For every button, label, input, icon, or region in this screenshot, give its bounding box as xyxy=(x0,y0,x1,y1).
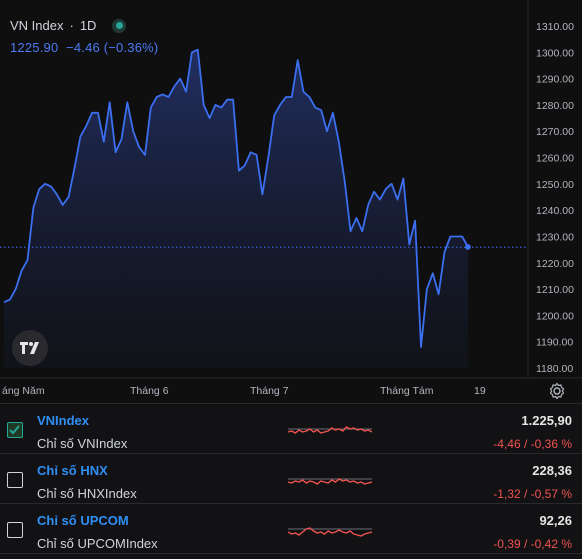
x-tick-label: Tháng Tám xyxy=(380,385,434,397)
sparkline-path xyxy=(288,426,372,434)
y-tick-label: 1210.00 xyxy=(536,284,574,296)
symbol-row-hnx[interactable]: Chỉ số HNX Chỉ số HNXIndex 228,36 -1,32 … xyxy=(0,454,582,504)
symbol-value: 228,36 xyxy=(532,463,572,478)
price-chart[interactable]: 1310.00 1300.00 1290.00 1280.00 1270.00 1260.… xyxy=(0,0,582,403)
symbol-value: 92,26 xyxy=(539,513,572,528)
y-tick-label: 1250.00 xyxy=(536,179,574,191)
price-change: −4.46 (−0.36%) xyxy=(66,40,159,55)
price-readout: 1225.90 −4.46 (−0.36%) xyxy=(10,40,158,55)
y-tick-label: 1230.00 xyxy=(536,231,574,243)
symbol-value: 1.225,90 xyxy=(521,413,572,428)
last-price: 1225.90 xyxy=(10,40,59,55)
symbol-list: VNIndex Chỉ số VNIndex 1.225,90 -4,46 / … xyxy=(0,403,582,559)
symbol-name[interactable]: VNIndex xyxy=(37,413,89,428)
sparkline xyxy=(288,478,372,485)
tradingview-logo-icon[interactable] xyxy=(12,330,48,366)
y-tick-label: 1270.00 xyxy=(536,126,574,138)
symbol-name: VN Index xyxy=(10,18,64,33)
symbol-description: Chỉ số VNIndex xyxy=(37,436,128,451)
symbol-change: -0,39 / -0,42 % xyxy=(493,537,572,551)
y-tick-label: 1240.00 xyxy=(536,205,574,217)
symbol-change: -4,46 / -0,36 % xyxy=(493,437,572,451)
y-tick-label: 1290.00 xyxy=(536,74,574,86)
symbol-row-vnindex[interactable]: VNIndex Chỉ số VNIndex 1.225,90 -4,46 / … xyxy=(0,404,582,454)
x-tick-label: Tháng 7 xyxy=(250,385,289,397)
symbol-description: Chỉ số HNXIndex xyxy=(37,486,137,501)
y-tick-label: 1300.00 xyxy=(536,47,574,59)
sparkline-path xyxy=(288,478,372,485)
x-tick-label: áng Năm xyxy=(2,385,45,397)
sparkline xyxy=(288,426,372,434)
y-tick-label: 1180.00 xyxy=(536,363,573,375)
x-tick-label: 19 xyxy=(474,385,486,397)
y-tick-label: 1220.00 xyxy=(536,258,574,270)
market-status-icon xyxy=(112,18,127,33)
checkbox-hnx[interactable] xyxy=(7,472,23,488)
check-icon xyxy=(9,425,20,435)
x-tick-label: Tháng 6 xyxy=(130,385,169,397)
sparkline xyxy=(288,527,372,537)
symbol-name[interactable]: Chỉ số HNX xyxy=(37,463,108,478)
checkbox-vnindex[interactable] xyxy=(7,422,23,438)
symbol-change: -1,32 / -0,57 % xyxy=(493,487,572,501)
price-area xyxy=(4,49,468,368)
chart-area[interactable]: 1310.00 1300.00 1290.00 1280.00 1270.00 1260.… xyxy=(0,0,582,403)
y-tick-label: 1190.00 xyxy=(536,337,573,349)
gear-icon[interactable] xyxy=(548,382,566,400)
y-tick-label: 1260.00 xyxy=(536,153,574,165)
y-tick-label: 1200.00 xyxy=(536,310,574,322)
interval-label[interactable]: 1D xyxy=(80,18,97,33)
symbol-row-upcom[interactable]: Chỉ số UPCOM Chỉ số UPCOMIndex 92,26 -0,… xyxy=(0,504,582,554)
symbol-description: Chỉ số UPCOMIndex xyxy=(37,536,158,551)
symbol-name[interactable]: Chỉ số UPCOM xyxy=(37,513,129,528)
header-separator: · xyxy=(69,18,74,33)
checkbox-upcom[interactable] xyxy=(7,522,23,538)
last-price-dot xyxy=(465,244,471,250)
chart-header: VN Index · 1D xyxy=(10,18,127,33)
y-tick-label: 1280.00 xyxy=(536,100,574,112)
y-tick-label: 1310.00 xyxy=(536,21,574,33)
